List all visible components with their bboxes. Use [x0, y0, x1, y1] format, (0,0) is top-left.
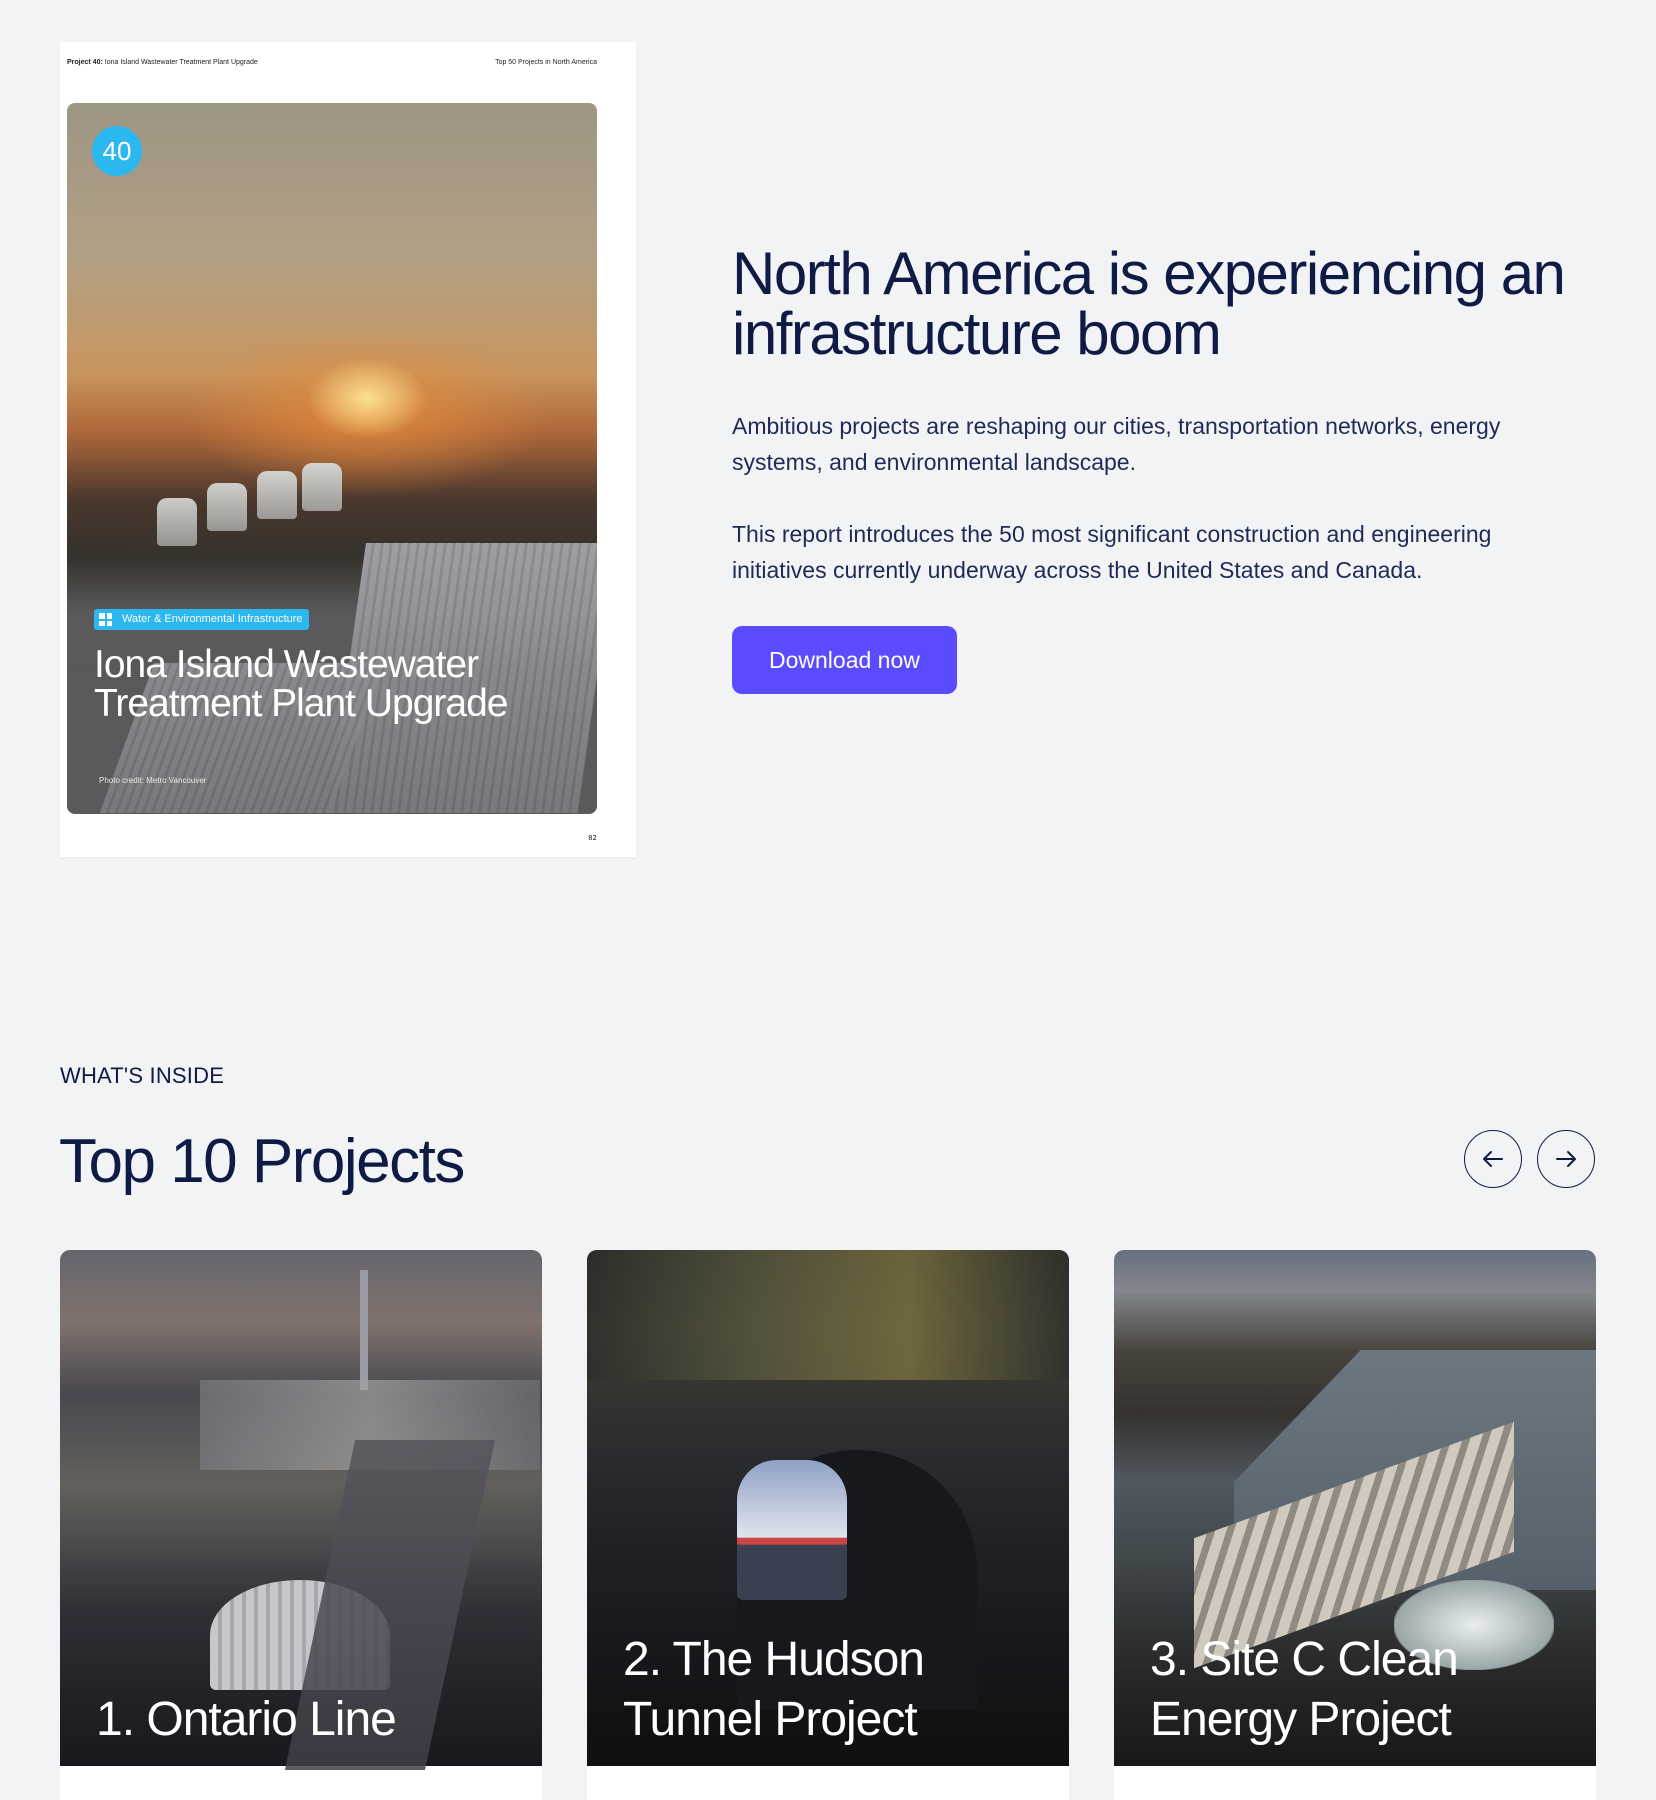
- report-cover-photo: 40 Water & Environmental Infrastructure …: [67, 103, 597, 814]
- photo-credit: Photo credit: Metro Vancouver: [99, 776, 207, 785]
- cn-tower-shape: [360, 1270, 368, 1390]
- project-card-title: 3. Site C Clean Energy Project: [1150, 1633, 1459, 1746]
- category-label: Water & Environmental Infrastructure: [122, 613, 303, 625]
- report-header-project-title: Iona Island Wastewater Treatment Plant U…: [104, 59, 258, 66]
- report-header-project: Project 40: Iona Island Wastewater Treat…: [67, 59, 258, 66]
- carousel-prev-button[interactable]: [1464, 1130, 1522, 1188]
- project-card-site-c[interactable]: 3. Site C Clean Energy Project: [1114, 1250, 1596, 1800]
- report-cover-title: Iona Island Wastewater Treatment Plant U…: [94, 643, 508, 725]
- report-page-preview: Project 40: Iona Island Wastewater Treat…: [60, 42, 636, 857]
- download-now-button[interactable]: Download now: [732, 626, 957, 694]
- hero-paragraph-1: Ambitious projects are reshaping our cit…: [732, 413, 1501, 475]
- report-page-number: 82: [588, 834, 597, 842]
- grid-icon: [99, 613, 112, 626]
- trees-shape: [587, 1250, 1069, 1380]
- project-card-ontario-line[interactable]: 1. Ontario Line: [60, 1250, 542, 1800]
- project-card-title: 1. Ontario Line: [96, 1693, 397, 1746]
- project-number-badge: 40: [92, 126, 142, 176]
- train-shape: [737, 1460, 847, 1600]
- project-card-image: [60, 1250, 542, 1770]
- project-card-title: 2. The Hudson Tunnel Project: [623, 1633, 925, 1746]
- project-card-hudson-tunnel[interactable]: 2. The Hudson Tunnel Project: [587, 1250, 1069, 1800]
- section-title: Top 10 Projects: [59, 1127, 465, 1196]
- arrow-left-icon: [1483, 1151, 1503, 1167]
- photo-shade: [67, 454, 597, 814]
- section-eyebrow: WHAT'S INSIDE: [60, 1063, 225, 1088]
- report-header-series: Top 50 Projects in North America: [495, 59, 597, 66]
- hero-paragraph-2: This report introduces the 50 most signi…: [732, 521, 1492, 583]
- hero-content: North America is experiencing an infrast…: [732, 244, 1592, 694]
- carousel-next-button[interactable]: [1537, 1130, 1595, 1188]
- arrow-right-icon: [1556, 1151, 1576, 1167]
- category-tag: Water & Environmental Infrastructure: [94, 609, 309, 630]
- report-header-project-number: Project 40:: [67, 59, 103, 66]
- hero-title: North America is experiencing an infrast…: [732, 240, 1566, 367]
